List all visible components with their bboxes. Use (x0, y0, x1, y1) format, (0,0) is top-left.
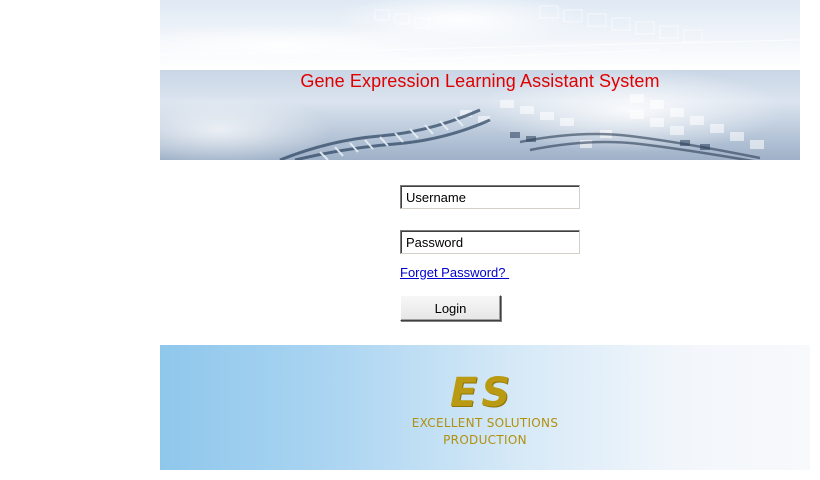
company-logo-line-2: PRODUCTION (443, 433, 527, 447)
forget-password-link[interactable]: Forget Password? (400, 265, 509, 280)
circuit-pattern-graphic (160, 5, 800, 66)
password-input[interactable] (400, 230, 580, 254)
login-page: Gene Expression Learning Assistant Syste… (0, 0, 820, 480)
username-input[interactable] (400, 185, 580, 209)
page-title: Gene Expression Learning Assistant Syste… (300, 71, 660, 91)
company-logo-mark: ES (450, 370, 515, 416)
company-logo-line-1: EXCELLENT SOLUTIONS (411, 416, 559, 430)
header-banner-image-top (160, 0, 800, 70)
footer-banner: ES EXCELLENT SOLUTIONS PRODUCTION (160, 345, 810, 470)
header-banner: Gene Expression Learning Assistant Syste… (160, 70, 800, 160)
login-button[interactable]: Login (400, 295, 501, 321)
